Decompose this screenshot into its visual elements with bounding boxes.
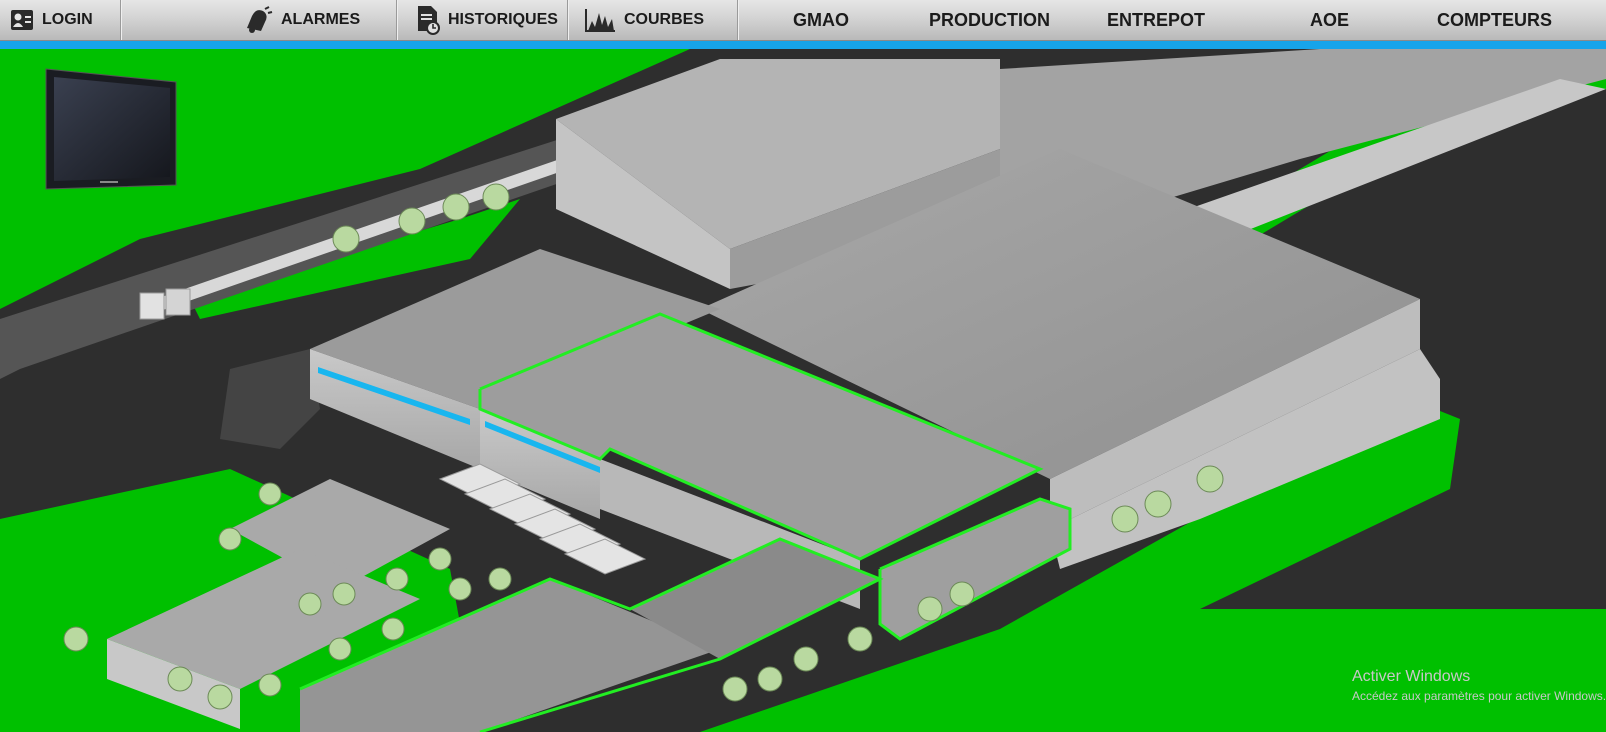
site-scene (0, 49, 1606, 732)
nav-separator (737, 0, 738, 40)
production-label: PRODUCTION (929, 9, 1050, 30)
windows-activation-watermark: Activer Windows Accédez aux paramètres p… (1352, 668, 1606, 703)
production-button[interactable]: PRODUCTION (929, 0, 1050, 40)
historiques-button[interactable]: HISTORIQUES (416, 0, 564, 40)
user-card-icon (10, 9, 34, 31)
courbes-label: COURBES (624, 11, 705, 28)
hmi-screen-icon[interactable] (45, 68, 177, 190)
watermark-title: Activer Windows (1352, 668, 1471, 685)
courbes-button[interactable]: COURBES (584, 0, 734, 40)
document-history-icon (416, 5, 440, 35)
nav-separator (396, 0, 397, 40)
top-navigation-bar: LOGIN ALARMES HISTORIQUES COURBES GMAO P… (0, 0, 1606, 41)
login-button[interactable]: LOGIN (10, 0, 118, 40)
entrepot-button[interactable]: ENTREPOT (1107, 0, 1205, 40)
aoe-button[interactable]: AOE (1310, 0, 1349, 40)
bell-icon (243, 6, 273, 34)
aoe-label: AOE (1310, 9, 1350, 30)
alarmes-button[interactable]: ALARMES (243, 0, 393, 40)
alarmes-label: ALARMES (281, 11, 361, 28)
watermark-subtitle: Accédez aux paramètres pour activer Wind… (1352, 689, 1606, 703)
compteurs-button[interactable]: COMPTEURS (1437, 0, 1552, 40)
entrepot-label: ENTREPOT (1107, 9, 1206, 30)
historiques-label: HISTORIQUES (448, 11, 558, 28)
nav-separator (120, 0, 121, 40)
accent-strip (0, 41, 1606, 49)
gmao-button[interactable]: GMAO (793, 0, 849, 40)
chart-icon (584, 7, 616, 33)
site-3d-view: Activer Windows Accédez aux paramètres p… (0, 49, 1606, 732)
gmao-label: GMAO (793, 9, 849, 30)
nav-separator (567, 0, 568, 40)
compteurs-label: COMPTEURS (1437, 9, 1553, 30)
login-label: LOGIN (42, 11, 93, 28)
